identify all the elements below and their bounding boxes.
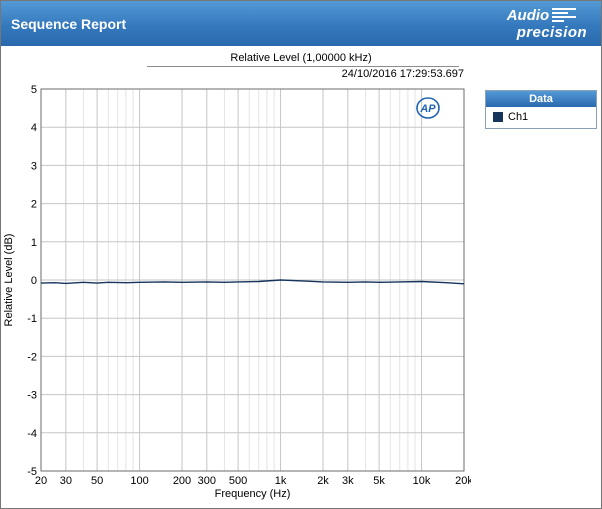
x-tick-label: 50 bbox=[91, 475, 103, 487]
y-tick-label: 1 bbox=[31, 237, 37, 249]
legend-item-label: Ch1 bbox=[508, 111, 528, 123]
audio-precision-logo: Audio precision bbox=[507, 8, 591, 40]
legend-swatch bbox=[493, 112, 503, 122]
x-axis-label: Frequency (Hz) bbox=[215, 488, 291, 500]
x-tick-label: 500 bbox=[229, 475, 247, 487]
x-tick-label: 3k bbox=[342, 475, 354, 487]
x-tick-label: 2k bbox=[317, 475, 329, 487]
logo-bars-icon bbox=[552, 8, 576, 22]
window-header: Sequence Report Audio precision bbox=[1, 1, 601, 46]
chart-title: Relative Level (1,00000 kHz) bbox=[1, 52, 601, 64]
chart-timestamp: 24/10/2016 17:29:53.697 bbox=[164, 68, 464, 80]
x-tick-label: 10k bbox=[413, 475, 431, 487]
title-rule bbox=[147, 66, 459, 67]
x-tick-label: 30 bbox=[60, 475, 72, 487]
y-tick-label: -4 bbox=[27, 428, 37, 440]
ap-badge-text: AP bbox=[419, 103, 436, 115]
window-title: Sequence Report bbox=[11, 16, 126, 32]
chart-svg: 2030501002003005001k2k3k5k10k20k543210-1… bbox=[1, 81, 471, 505]
x-tick-label: 5k bbox=[373, 475, 385, 487]
x-tick-label: 300 bbox=[198, 475, 216, 487]
y-tick-label: 0 bbox=[31, 275, 37, 287]
logo-text-audio: Audio bbox=[507, 8, 550, 23]
y-tick-label: 2 bbox=[31, 199, 37, 211]
y-tick-label: -1 bbox=[27, 313, 37, 325]
x-tick-label: 200 bbox=[173, 475, 191, 487]
y-tick-label: -2 bbox=[27, 351, 37, 363]
sequence-report-window: Sequence Report Audio precision Relative… bbox=[0, 0, 602, 509]
y-tick-label: -3 bbox=[27, 390, 37, 402]
x-tick-label: 100 bbox=[130, 475, 148, 487]
y-tick-label: 4 bbox=[31, 122, 37, 134]
legend: Data Ch1 bbox=[485, 90, 597, 129]
x-tick-label: 20k bbox=[455, 475, 471, 487]
x-tick-label: 1k bbox=[275, 475, 287, 487]
logo-text-precision: precision bbox=[507, 25, 587, 40]
y-axis-label: Relative Level (dB) bbox=[3, 234, 15, 327]
y-tick-label: 5 bbox=[31, 84, 37, 96]
legend-item-ch1[interactable]: Ch1 bbox=[486, 107, 596, 128]
y-tick-label: 3 bbox=[31, 160, 37, 172]
legend-header: Data bbox=[486, 91, 596, 107]
y-tick-label: -5 bbox=[27, 466, 37, 478]
